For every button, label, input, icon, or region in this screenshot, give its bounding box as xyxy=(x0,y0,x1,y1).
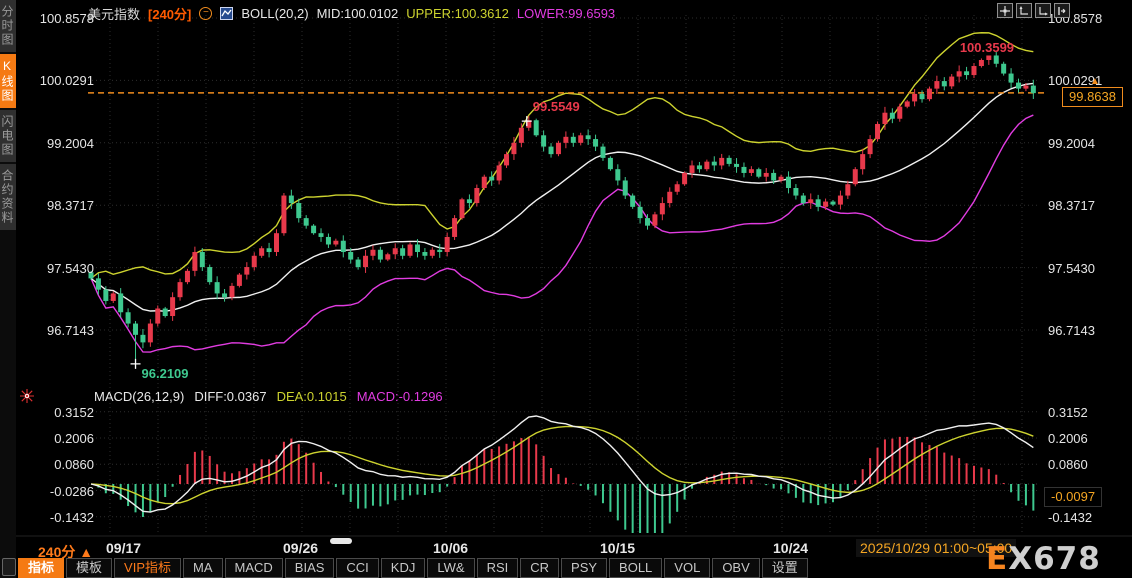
main-y-axis-left-2: 99.2004 xyxy=(47,135,94,151)
toolbar-item-BIAS[interactable]: BIAS xyxy=(284,558,335,578)
chart-header: 美元指数 [240分] − BOLL(20,2) MID:100.0102 UP… xyxy=(88,4,615,23)
main-y-axis-left-4: 97.5430 xyxy=(47,260,94,276)
chart-thumbnail-icon xyxy=(220,7,234,20)
sidebar-tab-1[interactable]: K线图 xyxy=(0,54,16,108)
macd-indicator-label: MACD(26,12,9) xyxy=(94,389,185,404)
toolbar-item-BOLL[interactable]: BOLL xyxy=(609,558,663,578)
toolbar-item-CCI[interactable]: CCI xyxy=(336,558,379,578)
brand-watermark: EX678 xyxy=(986,541,1101,577)
toolbar-item-MACD[interactable]: MACD xyxy=(224,558,283,578)
main-y-axis-left-5: 96.7143 xyxy=(47,323,94,338)
main-y-axis-left-0: 100.8578 xyxy=(39,11,94,26)
macd-y-axis-right-1: 0.2006 xyxy=(1048,431,1088,447)
macd-diff-value: DIFF:0.0367 xyxy=(194,389,267,404)
current-price-badge: 99.8638 xyxy=(1062,87,1123,107)
macd-y-axis-left-3: -0.0286 xyxy=(49,483,94,499)
trading-app-window: 分时图 K线图闪电图合约资料 美元指数 [240分] − BOLL(20,2) M… xyxy=(0,0,1132,578)
toolbar-item-RSI[interactable]: RSI xyxy=(476,558,519,578)
price-up-arrow-icon: ▲ xyxy=(1090,76,1100,87)
sidebar-tab-2[interactable]: 闪电图 xyxy=(0,110,16,162)
main-y-axis-right-2: 99.2004 xyxy=(1048,135,1095,151)
macd-dea-value: DEA:0.1015 xyxy=(276,389,347,404)
main-y-axis-right-5: 96.7143 xyxy=(1048,323,1095,338)
boll-lower-value: LOWER:99.6593 xyxy=(516,6,616,21)
toolbar-item-OBV[interactable]: OBV xyxy=(712,558,760,578)
main-y-axis-right-4: 97.5430 xyxy=(1048,260,1095,276)
sidebar-tab-0[interactable]: 分时图 xyxy=(0,0,16,52)
toolbar-item-MA[interactable]: MA xyxy=(183,558,223,578)
high-price-annotation: 100.3599 xyxy=(959,40,1015,56)
macd-header: MACD(26,12,9) DIFF:0.0367 DEA:0.1015 MAC… xyxy=(94,389,443,404)
toolbar-item-指标[interactable]: 指标 xyxy=(18,558,65,578)
toolbar-item-PSY[interactable]: PSY xyxy=(561,558,608,578)
brand-logo-e: E xyxy=(986,541,1009,577)
x-axis-date-0: 09/17 xyxy=(106,540,142,556)
toolbar-item-CR[interactable]: CR xyxy=(520,558,560,578)
macd-y-axis-left-1: 0.2006 xyxy=(54,431,94,447)
toolbar-item-设置[interactable]: 设置 xyxy=(761,558,808,578)
symbol-name: 美元指数 xyxy=(88,7,141,22)
macd-y-axis-left-0: 0.3152 xyxy=(54,404,94,420)
x-axis-date-2: 10/06 xyxy=(433,540,469,556)
candlestick-chart-canvas[interactable] xyxy=(0,0,1132,578)
main-y-axis-right-3: 98.3717 xyxy=(1048,198,1095,214)
swing-high-annotation: 99.5549 xyxy=(532,99,580,115)
current-macd-badge: -0.0097 xyxy=(1044,487,1103,507)
macd-y-axis-right-4: -0.1432 xyxy=(1048,509,1093,525)
indicator-toolbar: 指标 模板 VIP指标 MA MACD BIAS CCI KDJ LW& RSI CR PSY BOLL… xyxy=(18,558,808,578)
macd-y-axis-left-2: 0.0860 xyxy=(54,457,94,473)
toolbar-item-VIP指标[interactable]: VIP指标 xyxy=(114,558,181,578)
toolbar-item-LW&[interactable]: LW& xyxy=(427,558,475,578)
main-y-axis-left-1: 100.0291 xyxy=(39,73,94,89)
macd-y-axis-right-2: 0.0860 xyxy=(1048,457,1088,473)
sidebar-tab-3[interactable]: 合约资料 xyxy=(0,164,16,230)
collapse-indicator-icon[interactable]: − xyxy=(199,7,213,20)
toolbar-item-VOL[interactable]: VOL xyxy=(664,558,711,578)
boll-indicator-label: BOLL(20,2) xyxy=(241,6,309,21)
toolbar-item-模板[interactable]: 模板 xyxy=(66,558,113,578)
macd-y-axis-right-0: 0.3152 xyxy=(1048,404,1088,420)
x-axis-date-3: 10/15 xyxy=(600,540,636,556)
y-axis-scale-up-icon[interactable] xyxy=(1016,3,1032,18)
crosshair-move-icon[interactable] xyxy=(997,3,1013,18)
x-axis-date-4: 10/24 xyxy=(773,540,809,556)
scrollbar-thumb[interactable] xyxy=(330,538,352,544)
toolbar-item-KDJ[interactable]: KDJ xyxy=(380,558,426,578)
boll-upper-value: UPPER:100.3612 xyxy=(406,6,509,21)
macd-macd-value: MACD:-0.1296 xyxy=(356,389,443,404)
chart-tool-buttons xyxy=(997,3,1070,18)
pan-right-icon[interactable] xyxy=(1054,3,1070,18)
x-axis-date-1: 09/26 xyxy=(283,540,319,556)
period-badge: [240分] xyxy=(148,7,192,22)
macd-y-axis-left-4: -0.1432 xyxy=(49,509,94,525)
chart-type-sidebar: 分时图 K线图闪电图合约资料 xyxy=(0,0,16,578)
main-y-axis-left-3: 98.3717 xyxy=(47,198,94,214)
low-price-annotation: 96.2109 xyxy=(141,365,189,381)
y-axis-scale-right-icon[interactable] xyxy=(1035,3,1051,18)
indicator-settings-icon[interactable] xyxy=(20,389,34,403)
boll-mid-value: MID:100.0102 xyxy=(316,6,399,21)
sidebar-bottom-icon[interactable] xyxy=(2,558,16,576)
